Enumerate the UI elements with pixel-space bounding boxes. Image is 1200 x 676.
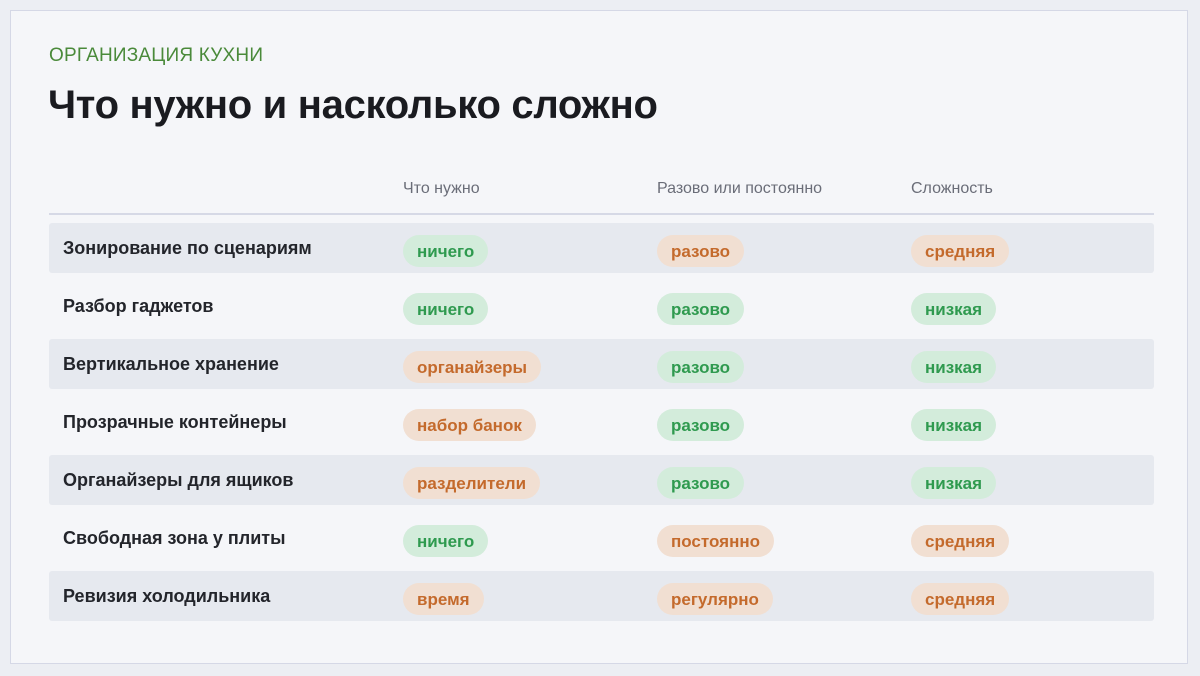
page-title: Что нужно и насколько сложно (48, 83, 658, 127)
row-label: Свободная зона у плиты (63, 528, 286, 548)
difficulty-badge: низкая (911, 351, 997, 383)
need-badge: органайзеры (403, 351, 542, 383)
difficulty-badge: средняя (911, 525, 1010, 557)
frequency-badge: разово (657, 409, 745, 441)
frequency-badge: регулярно (657, 583, 773, 615)
difficulty-badge: средняя (911, 583, 1010, 615)
cell-need: разделители (403, 467, 541, 499)
table-body: Зонирование по сценариям ничего разово сред… (49, 223, 1154, 621)
cell-difficulty: средняя (911, 235, 1010, 267)
need-badge: ничего (403, 235, 489, 267)
need-badge: время (403, 583, 484, 615)
column-header-need: Что нужно (403, 180, 480, 197)
cell-need: ничего (403, 525, 489, 557)
cell-difficulty: низкая (911, 293, 997, 325)
column-header-difficulty: Сложность (911, 180, 993, 197)
table-header: Что нужно Разово или постоянно Сложность (49, 177, 1154, 215)
cell-frequency: разово (657, 235, 745, 267)
row-label: Прозрачные контейнеры (63, 412, 287, 432)
cell-need: ничего (403, 235, 489, 267)
cell-difficulty: низкая (911, 351, 997, 383)
need-badge: ничего (403, 293, 489, 325)
column-header-frequency: Разово или постоянно (657, 180, 823, 197)
cell-frequency: регулярно (657, 583, 773, 615)
cell-difficulty: средняя (911, 583, 1010, 615)
table-row: Ревизия холодильника время регулярно средня… (49, 571, 1154, 621)
difficulty-badge: низкая (911, 293, 997, 325)
difficulty-badge: средняя (911, 235, 1010, 267)
cell-need: время (403, 583, 484, 615)
cell-frequency: постоянно (657, 525, 774, 557)
table-row: Вертикальное хранение органайзеры разово ни… (49, 339, 1154, 389)
frequency-badge: разово (657, 351, 745, 383)
need-badge: набор банок (403, 409, 536, 441)
comparison-table: Что нужно Разово или постоянно Сложность… (49, 177, 1154, 629)
cell-frequency: разово (657, 467, 745, 499)
table-row: Разбор гаджетов ничего разово низкая (49, 281, 1154, 331)
cell-difficulty: низкая (911, 467, 997, 499)
cell-difficulty: низкая (911, 409, 997, 441)
frequency-badge: разово (657, 467, 745, 499)
frequency-badge: разово (657, 293, 745, 325)
table-row: Органайзеры для ящиков разделители разово н… (49, 455, 1154, 505)
row-label: Зонирование по сценариям (63, 238, 312, 258)
cell-need: ничего (403, 293, 489, 325)
difficulty-badge: низкая (911, 467, 997, 499)
cell-frequency: разово (657, 351, 745, 383)
row-label: Ревизия холодильника (63, 586, 271, 606)
table-row: Прозрачные контейнеры набор банок разово ни… (49, 397, 1154, 447)
table-row: Свободная зона у плиты ничего постоянно сре… (49, 513, 1154, 563)
cell-need: набор банок (403, 409, 536, 441)
need-badge: разделители (403, 467, 541, 499)
cell-frequency: разово (657, 293, 745, 325)
eyebrow-label: ОРГАНИЗАЦИЯ КУХНИ (49, 45, 264, 66)
frequency-badge: постоянно (657, 525, 774, 557)
cell-need: органайзеры (403, 351, 542, 383)
table-row: Зонирование по сценариям ничего разово сред… (49, 223, 1154, 273)
row-label: Вертикальное хранение (63, 354, 279, 374)
difficulty-badge: низкая (911, 409, 997, 441)
slide: ОРГАНИЗАЦИЯ КУХНИ Что нужно и насколько … (10, 10, 1188, 664)
need-badge: ничего (403, 525, 489, 557)
cell-difficulty: средняя (911, 525, 1010, 557)
frequency-badge: разово (657, 235, 745, 267)
row-label: Органайзеры для ящиков (63, 470, 294, 490)
row-label: Разбор гаджетов (63, 296, 214, 316)
cell-frequency: разово (657, 409, 745, 441)
